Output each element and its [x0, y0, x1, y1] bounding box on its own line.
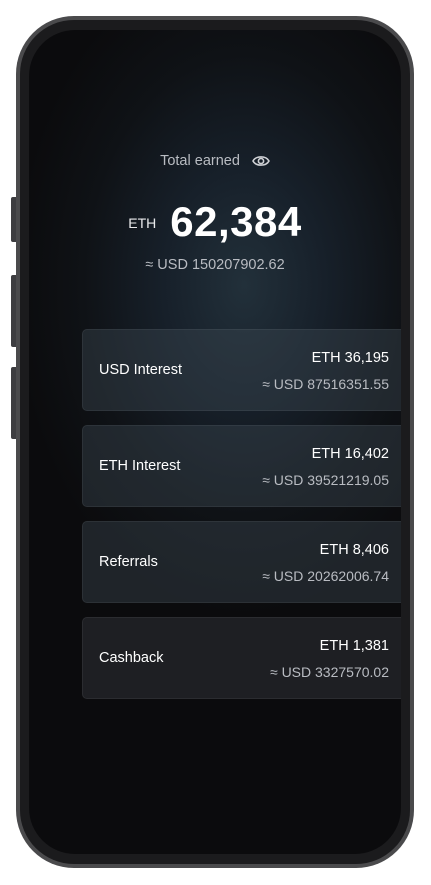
card-usd-amount: ≈ USD 39521219.05 [262, 472, 389, 488]
total-amount: ETH 62,384 [29, 198, 401, 246]
phone-frame: Total earned ETH 62,384 ≈ USD 150207902.… [16, 16, 414, 868]
card-eth-amount: ETH 1,381 [319, 638, 389, 654]
earnings-breakdown-list: USD Interest ETH 36,195 ≈ USD 87516351.5… [82, 329, 401, 713]
earnings-card-cashback[interactable]: Cashback ETH 1,381 ≈ USD 3327570.02 [82, 617, 401, 699]
phone-bezel: Total earned ETH 62,384 ≈ USD 150207902.… [20, 20, 410, 864]
card-usd-amount: ≈ USD 3327570.02 [270, 664, 389, 680]
earnings-card-eth-interest[interactable]: ETH Interest ETH 16,402 ≈ USD 39521219.0… [82, 425, 401, 507]
earnings-card-referrals[interactable]: Referrals ETH 8,406 ≈ USD 20262006.74 [82, 521, 401, 603]
card-label: Cashback [99, 650, 164, 666]
total-value: 62,384 [170, 198, 302, 245]
total-earned-label: Total earned [160, 153, 240, 169]
card-eth-amount: ETH 16,402 [311, 446, 389, 462]
card-label: USD Interest [99, 362, 182, 378]
card-eth-amount: ETH 8,406 [319, 542, 389, 558]
earnings-card-usd-interest[interactable]: USD Interest ETH 36,195 ≈ USD 87516351.5… [82, 329, 401, 411]
eye-icon[interactable] [252, 154, 270, 168]
total-usd-equivalent: ≈ USD 150207902.62 [145, 257, 285, 273]
app-screen: Total earned ETH 62,384 ≈ USD 150207902.… [29, 30, 401, 854]
card-eth-amount: ETH 36,195 [311, 350, 389, 366]
total-earned-header: Total earned [29, 153, 401, 169]
card-usd-amount: ≈ USD 20262006.74 [262, 568, 389, 584]
card-label: ETH Interest [99, 458, 181, 474]
card-usd-amount: ≈ USD 87516351.55 [262, 376, 389, 392]
total-currency: ETH [128, 215, 157, 231]
card-label: Referrals [99, 554, 158, 570]
